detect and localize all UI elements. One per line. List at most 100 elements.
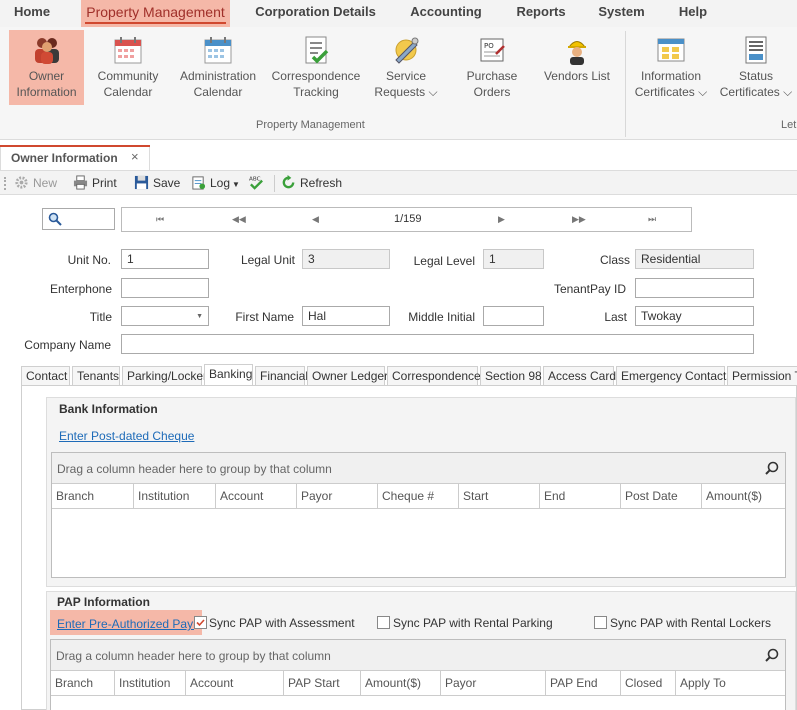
- save-button-label[interactable]: Save: [153, 176, 180, 190]
- tenantpay-id-input[interactable]: [635, 278, 754, 298]
- column-header[interactable]: Institution: [134, 484, 216, 509]
- company-name-input[interactable]: [121, 334, 754, 354]
- tab-contact[interactable]: Contact: [21, 366, 70, 386]
- menu-help[interactable]: Help: [674, 0, 712, 27]
- next-record-button[interactable]: ▶: [498, 214, 505, 225]
- search-icon[interactable]: [765, 461, 779, 475]
- column-header[interactable]: Branch: [52, 484, 134, 509]
- enter-post-dated-cheque-link[interactable]: Enter Post-dated Cheque: [59, 429, 194, 443]
- tab-access-cards[interactable]: Access Cards: [543, 366, 622, 386]
- tab-tenants[interactable]: Tenants: [72, 366, 120, 386]
- chevron-down-icon: ▼: [232, 180, 240, 189]
- ribbon-group-label-cut: Let: [781, 119, 797, 131]
- log-dropdown-button[interactable]: Log ▼: [191, 175, 240, 192]
- column-header[interactable]: Cheque #: [378, 484, 459, 509]
- column-header[interactable]: End: [540, 484, 621, 509]
- middle-initial-input[interactable]: [483, 306, 544, 326]
- ribbon-community-calendar-button[interactable]: Community Calendar: [93, 30, 163, 105]
- tab-correspondence[interactable]: Correspondence: [387, 366, 481, 386]
- print-button[interactable]: Print: [73, 175, 117, 192]
- column-header[interactable]: Post Date: [621, 484, 702, 509]
- ribbon-label: Calendar: [103, 85, 153, 99]
- ribbon-label: Status: [738, 69, 774, 83]
- company-name-label: Company Name: [24, 338, 111, 352]
- tab-emergency-contacts[interactable]: Emergency Contacts: [616, 366, 732, 386]
- next-page-button[interactable]: ▶▶: [572, 214, 586, 225]
- document-tab-title: Owner Information: [11, 151, 118, 165]
- tab-owner-ledger[interactable]: Owner Ledger: [307, 366, 388, 386]
- ribbon-label: Purchase: [466, 69, 518, 83]
- refresh-button[interactable]: Refresh: [281, 175, 342, 192]
- ribbon-label: Community: [97, 69, 159, 83]
- record-search-input[interactable]: [42, 208, 115, 230]
- column-header[interactable]: Start: [459, 484, 540, 509]
- ribbon-administration-calendar-button[interactable]: Administration Calendar: [176, 30, 260, 105]
- ribbon-owner-information-button[interactable]: Owner Information: [9, 30, 84, 105]
- ribbon-label: Orders: [473, 85, 511, 99]
- column-header[interactable]: Branch: [51, 671, 115, 696]
- tab-parking-locker[interactable]: Parking/Locker: [122, 366, 207, 386]
- menu-property-management[interactable]: Property Management: [81, 0, 230, 27]
- column-header[interactable]: Apply To: [676, 671, 785, 696]
- last-name-input[interactable]: Twokay: [635, 306, 754, 326]
- ribbon-label: Service: [385, 69, 426, 83]
- column-header[interactable]: Amount($): [361, 671, 441, 696]
- tab-banking[interactable]: Banking: [204, 364, 253, 387]
- menu-reports[interactable]: Reports: [512, 0, 570, 27]
- save-button[interactable]: Save: [134, 175, 180, 192]
- group-by-panel[interactable]: Drag a column header here to group by th…: [51, 640, 785, 671]
- column-header[interactable]: Account: [186, 671, 284, 696]
- sync-assessment-checkbox[interactable]: [194, 616, 207, 629]
- enterphone-input[interactable]: [121, 278, 209, 298]
- first-record-button[interactable]: ⏮: [156, 214, 164, 225]
- menu-home[interactable]: Home: [8, 0, 56, 27]
- tab-section-98[interactable]: Section 98: [480, 366, 542, 386]
- previous-page-button[interactable]: ◀◀: [232, 214, 246, 225]
- column-header[interactable]: PAP Start: [284, 671, 361, 696]
- spell-check-button[interactable]: ABC: [248, 175, 269, 192]
- previous-record-button[interactable]: ◀: [312, 214, 319, 225]
- column-header[interactable]: Payor: [441, 671, 546, 696]
- menu-system[interactable]: System: [594, 0, 649, 27]
- new-button[interactable]: New: [14, 175, 57, 192]
- first-name-input[interactable]: Hal: [302, 306, 390, 326]
- ribbon-purchase-orders-button[interactable]: PO Purchase Orders: [461, 30, 523, 105]
- ribbon-information-certificates-button[interactable]: Information Certificates ⌵: [634, 30, 708, 105]
- sync-rental-lockers-checkbox[interactable]: [594, 616, 607, 629]
- close-icon[interactable]: ×: [131, 149, 139, 164]
- floppy-disk-icon: [134, 175, 149, 190]
- legal-level-label: Legal Level: [413, 254, 475, 268]
- column-header[interactable]: Closed: [621, 671, 676, 696]
- search-icon[interactable]: [765, 648, 779, 662]
- menu-accounting[interactable]: Accounting: [405, 0, 487, 27]
- tab-permission-to[interactable]: Permission To: [727, 366, 797, 386]
- title-select[interactable]: ▼: [121, 306, 209, 326]
- sync-rental-parking-checkbox[interactable]: [377, 616, 390, 629]
- ribbon-service-requests-button[interactable]: Service Requests ⌵: [372, 30, 440, 105]
- ribbon-status-certificates-button[interactable]: Status Certificates ⌵: [718, 30, 794, 105]
- ribbon-correspondence-tracking-button[interactable]: Correspondence Tracking: [270, 30, 362, 105]
- service-request-icon: [395, 37, 419, 64]
- menu-bar: Home Property Management Corporation Det…: [0, 0, 797, 27]
- ribbon-vendors-list-button[interactable]: Vendors List: [540, 30, 614, 105]
- unit-no-input[interactable]: 1: [121, 249, 209, 269]
- document-tab-owner-information[interactable]: Owner Information ×: [0, 145, 150, 170]
- group-by-panel[interactable]: Drag a column header here to group by th…: [52, 453, 785, 484]
- middle-initial-label: Middle Initial: [408, 310, 475, 324]
- tab-financial[interactable]: Financial: [255, 366, 308, 386]
- column-header[interactable]: Payor: [297, 484, 378, 509]
- column-header[interactable]: Amount($): [702, 484, 785, 509]
- last-record-button[interactable]: ⏭: [648, 214, 656, 225]
- toolbar-grip: [4, 177, 7, 190]
- bank-grid: Drag a column header here to group by th…: [51, 452, 786, 578]
- column-header[interactable]: Institution: [115, 671, 186, 696]
- ribbon-label: Information: [16, 85, 77, 99]
- chevron-down-icon: ▼: [196, 313, 203, 320]
- pap-information-header: PAP Information: [57, 595, 150, 609]
- column-header[interactable]: PAP End: [546, 671, 621, 696]
- bank-information-header: Bank Information: [59, 402, 158, 416]
- spell-check-icon: ABC: [249, 177, 263, 190]
- column-header[interactable]: Account: [216, 484, 297, 509]
- enter-pre-authorized-payment-link[interactable]: Enter Pre-Authorized Payme: [57, 617, 194, 631]
- menu-corporation-details[interactable]: Corporation Details: [250, 0, 381, 27]
